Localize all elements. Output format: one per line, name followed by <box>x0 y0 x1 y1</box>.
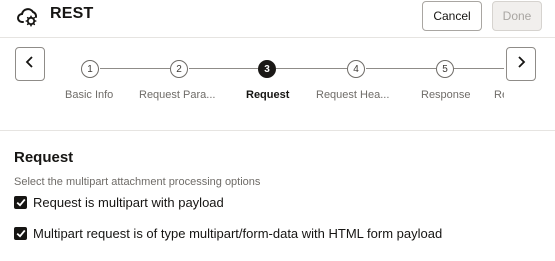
multipart-payload-option[interactable]: Request is multipart with payload <box>14 195 224 210</box>
rest-adapter-icon <box>17 5 41 27</box>
train-connector <box>100 68 170 69</box>
request-section: Request Select the multipart attachment … <box>0 132 555 261</box>
form-data-option[interactable]: Multipart request is of type multipart/f… <box>14 226 442 241</box>
train-previous-button[interactable] <box>15 47 45 81</box>
form-data-checkbox[interactable] <box>14 227 27 240</box>
train-connector <box>189 68 258 69</box>
train-step-label[interactable]: Response <box>421 89 471 101</box>
step-number: 3 <box>264 63 270 75</box>
section-title: Request <box>14 149 74 166</box>
step-number: 5 <box>442 63 448 75</box>
train-connector <box>366 68 436 69</box>
multipart-payload-label[interactable]: Request is multipart with payload <box>33 195 224 210</box>
train-step-label[interactable]: Request Para... <box>139 89 215 101</box>
train-step-label[interactable]: Re <box>494 89 504 101</box>
train-step-2[interactable]: 2 <box>170 60 188 78</box>
train-step-label[interactable]: Request <box>246 89 289 101</box>
chevron-right-icon <box>516 55 526 73</box>
form-data-label[interactable]: Multipart request is of type multipart/f… <box>33 226 442 241</box>
checkmark-icon <box>16 198 25 207</box>
train-steps: 1 2 3 4 5 Basic Info Request Para... Req… <box>45 38 504 131</box>
wizard-train: 1 2 3 4 5 Basic Info Request Para... Req… <box>0 38 555 131</box>
train-step-1[interactable]: 1 <box>81 60 99 78</box>
step-number: 1 <box>87 63 93 75</box>
train-step-4[interactable]: 4 <box>347 60 365 78</box>
multipart-payload-checkbox[interactable] <box>14 196 27 209</box>
train-step-label[interactable]: Basic Info <box>65 89 113 101</box>
step-number: 2 <box>176 63 182 75</box>
train-connector <box>454 68 504 69</box>
train-step-3-current[interactable]: 3 <box>258 60 276 78</box>
train-next-button[interactable] <box>506 47 536 81</box>
section-description: Select the multipart attachment processi… <box>14 176 261 188</box>
train-connector <box>276 68 347 69</box>
page-title: REST <box>50 5 94 22</box>
step-number: 4 <box>353 63 359 75</box>
checkmark-icon <box>16 229 25 238</box>
page-header: REST Cancel Done <box>0 0 555 38</box>
done-button[interactable]: Done <box>492 1 542 31</box>
chevron-left-icon <box>25 55 35 73</box>
train-step-5[interactable]: 5 <box>436 60 454 78</box>
train-step-label[interactable]: Request Hea... <box>316 89 389 101</box>
cancel-button[interactable]: Cancel <box>422 1 482 31</box>
